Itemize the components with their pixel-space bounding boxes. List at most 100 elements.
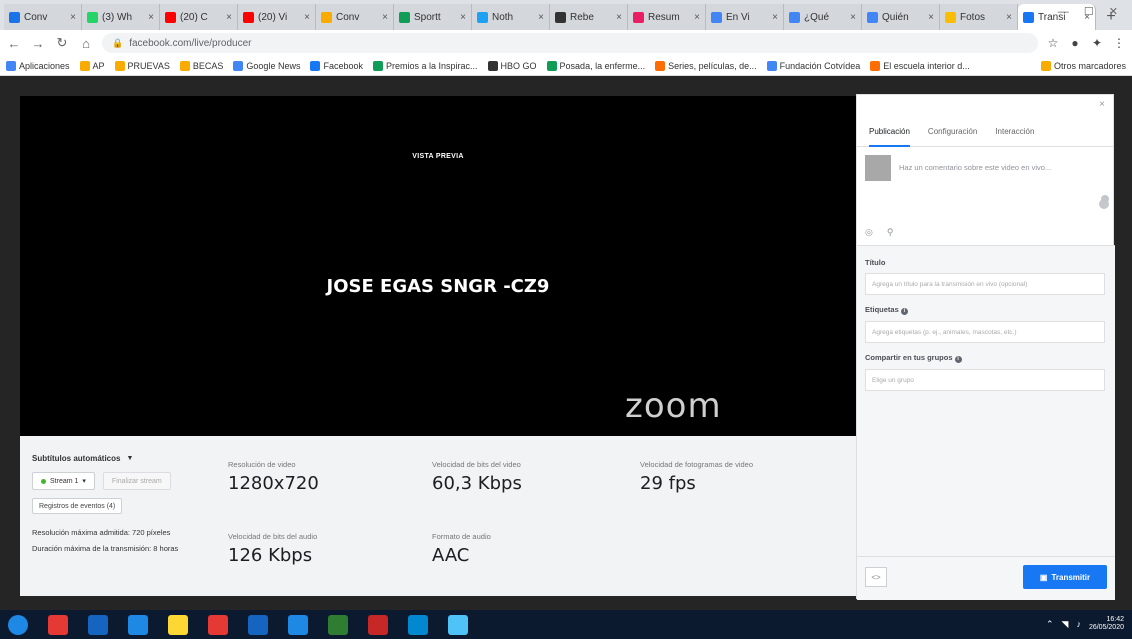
taskbar-app-icon[interactable] [288,614,308,635]
lock-icon: 🔒 [112,37,124,48]
browser-tab[interactable]: En Vi × [706,4,784,30]
taskbar-app-icon[interactable] [48,614,68,635]
window-controls[interactable]: — ☐ ✕ [1058,5,1124,18]
close-tab-icon[interactable]: × [850,12,856,23]
network-icon[interactable]: ◥ [1062,619,1069,630]
taskbar-app-icon[interactable] [168,614,188,635]
close-tab-icon[interactable]: × [70,12,76,23]
reload-icon[interactable]: ↻ [54,35,70,51]
browser-tab[interactable]: Conv × [4,4,82,30]
bookmark-item[interactable]: El escuela interior d... [870,60,970,71]
bookmark-item[interactable]: PRUEVAS [114,60,170,71]
close-tab-icon[interactable]: × [148,12,154,23]
taskbar-app-icon[interactable] [368,614,388,635]
browser-tab[interactable]: (20) Vi × [238,4,316,30]
taskbar-app-icon[interactable] [128,614,148,635]
taskbar-app-icon[interactable] [248,614,268,635]
close-tab-icon[interactable]: × [382,12,388,23]
browser-tab[interactable]: ¿Qué × [784,4,862,30]
bookmark-item[interactable]: Premios a la Inspirac... [372,60,478,71]
taskbar-app-icon[interactable] [88,614,108,635]
tab-settings[interactable]: Configuración [928,119,977,147]
title-input[interactable]: Agrega un título para la transmisión en … [865,273,1105,295]
home-icon[interactable]: ⌂ [78,36,94,51]
bookmark-icon [487,60,498,71]
browser-tab[interactable]: Fotos × [940,4,1018,30]
chevron-up-icon[interactable]: ⌃ [1046,619,1054,630]
bookmark-item[interactable]: Posada, la enferme... [546,60,645,71]
back-arrow-icon[interactable]: ← [6,36,22,51]
bookmark-icon [6,60,16,71]
close-tab-icon[interactable]: × [538,12,544,23]
info-icon[interactable]: i [900,308,908,315]
menu-icon[interactable]: ⋮ [1112,36,1126,50]
tab-title: Quién [882,11,909,23]
close-tab-icon[interactable]: × [460,12,466,23]
bookmark-item[interactable]: HBO GO [487,60,537,71]
auto-captions-toggle[interactable]: Subtítulos automáticos ▼ [32,454,212,463]
end-stream-button[interactable]: Finalizar stream [102,472,171,490]
tab-post[interactable]: Publicación [869,119,910,147]
folder-icon [1040,60,1051,71]
close-tab-icon[interactable]: × [304,12,310,23]
bookmark-item[interactable]: Google News [233,60,300,71]
close-tab-icon[interactable]: × [616,12,622,23]
browser-tab[interactable]: Rebe × [550,4,628,30]
bookmark-icon [79,60,90,71]
bookmark-item[interactable]: Facebook [310,60,363,71]
info-icon[interactable]: i [954,356,962,363]
comment-placeholder[interactable]: Haz un comentario sobre este video en vi… [899,163,1099,173]
browser-tab[interactable]: Quién × [862,4,940,30]
video-preview[interactable]: VISTA PREVIA JOSE EGAS SNGR -CZ9 zoom [20,96,856,436]
tab-interaction[interactable]: Interacción [995,119,1034,147]
favicon-icon [9,11,20,23]
start-icon[interactable] [8,614,28,635]
puzzle-icon[interactable]: ✦ [1090,36,1104,50]
bookmark-item[interactable]: Fundación Cotvídea [766,60,860,71]
close-icon[interactable]: × [1099,99,1105,110]
clock[interactable]: 16:42 26/05/2020 [1089,616,1124,632]
star-icon[interactable]: ☆ [1046,36,1060,50]
favicon-icon [711,11,722,23]
tags-input[interactable]: Agrega etiquetas (p. ej., animales, masc… [865,321,1105,343]
scroll-handle[interactable] [1101,195,1109,203]
go-live-button[interactable]: ▣ Transmitir [1023,565,1107,589]
stat-value: AAC [432,545,470,566]
extension-icon[interactable]: ● [1068,36,1082,50]
taskbar-app-icon[interactable] [328,614,348,635]
close-tab-icon[interactable]: × [1006,12,1012,23]
close-tab-icon[interactable]: × [772,12,778,23]
volume-icon[interactable]: ♪ [1076,619,1081,629]
taskbar-app-icon[interactable] [408,614,428,635]
bookmark-other[interactable]: Otros marcadores [1040,60,1126,71]
post-form: Título Agrega un título para la transmis… [857,245,1115,600]
max-duration-text: Duración máxima de la transmisión: 8 hor… [32,544,179,553]
favicon-icon [555,11,566,23]
browser-tab[interactable]: (20) C × [160,4,238,30]
forward-arrow-icon[interactable]: → [30,36,46,51]
camera-icon[interactable]: ◎ [865,227,873,238]
system-tray: ⌃ ◥ ♪ 16:42 26/05/2020 [1046,616,1124,632]
close-tab-icon[interactable]: × [694,12,700,23]
bookmark-icon [372,60,383,71]
close-tab-icon[interactable]: × [928,12,934,23]
stream-select[interactable]: Stream 1 ▾ [32,472,95,490]
browser-tab[interactable]: Sportt × [394,4,472,30]
location-pin-icon[interactable]: ⚲ [887,227,894,238]
browser-tab[interactable]: (3) Wh × [82,4,160,30]
taskbar-app-icon[interactable] [208,614,228,635]
bookmark-item[interactable]: Series, películas, de... [655,60,757,71]
share-groups-input[interactable]: Elige un grupo [865,369,1105,391]
browser-tab[interactable]: Conv × [316,4,394,30]
embed-button[interactable]: <> [865,567,887,587]
bookmark-item[interactable]: BECAS [179,60,223,71]
bookmark-item[interactable]: Aplicaciones [6,60,70,71]
close-tab-icon[interactable]: × [226,12,232,23]
bookmark-item[interactable]: AP [79,60,105,71]
address-bar[interactable]: 🔒 facebook.com/live/producer [102,33,1038,53]
browser-tab[interactable]: Noth × [472,4,550,30]
tab-title: Rebe [570,11,594,23]
browser-tab[interactable]: Resum × [628,4,706,30]
taskbar-app-icon[interactable] [448,614,468,635]
event-log-button[interactable]: Registros de eventos (4) [32,498,123,514]
